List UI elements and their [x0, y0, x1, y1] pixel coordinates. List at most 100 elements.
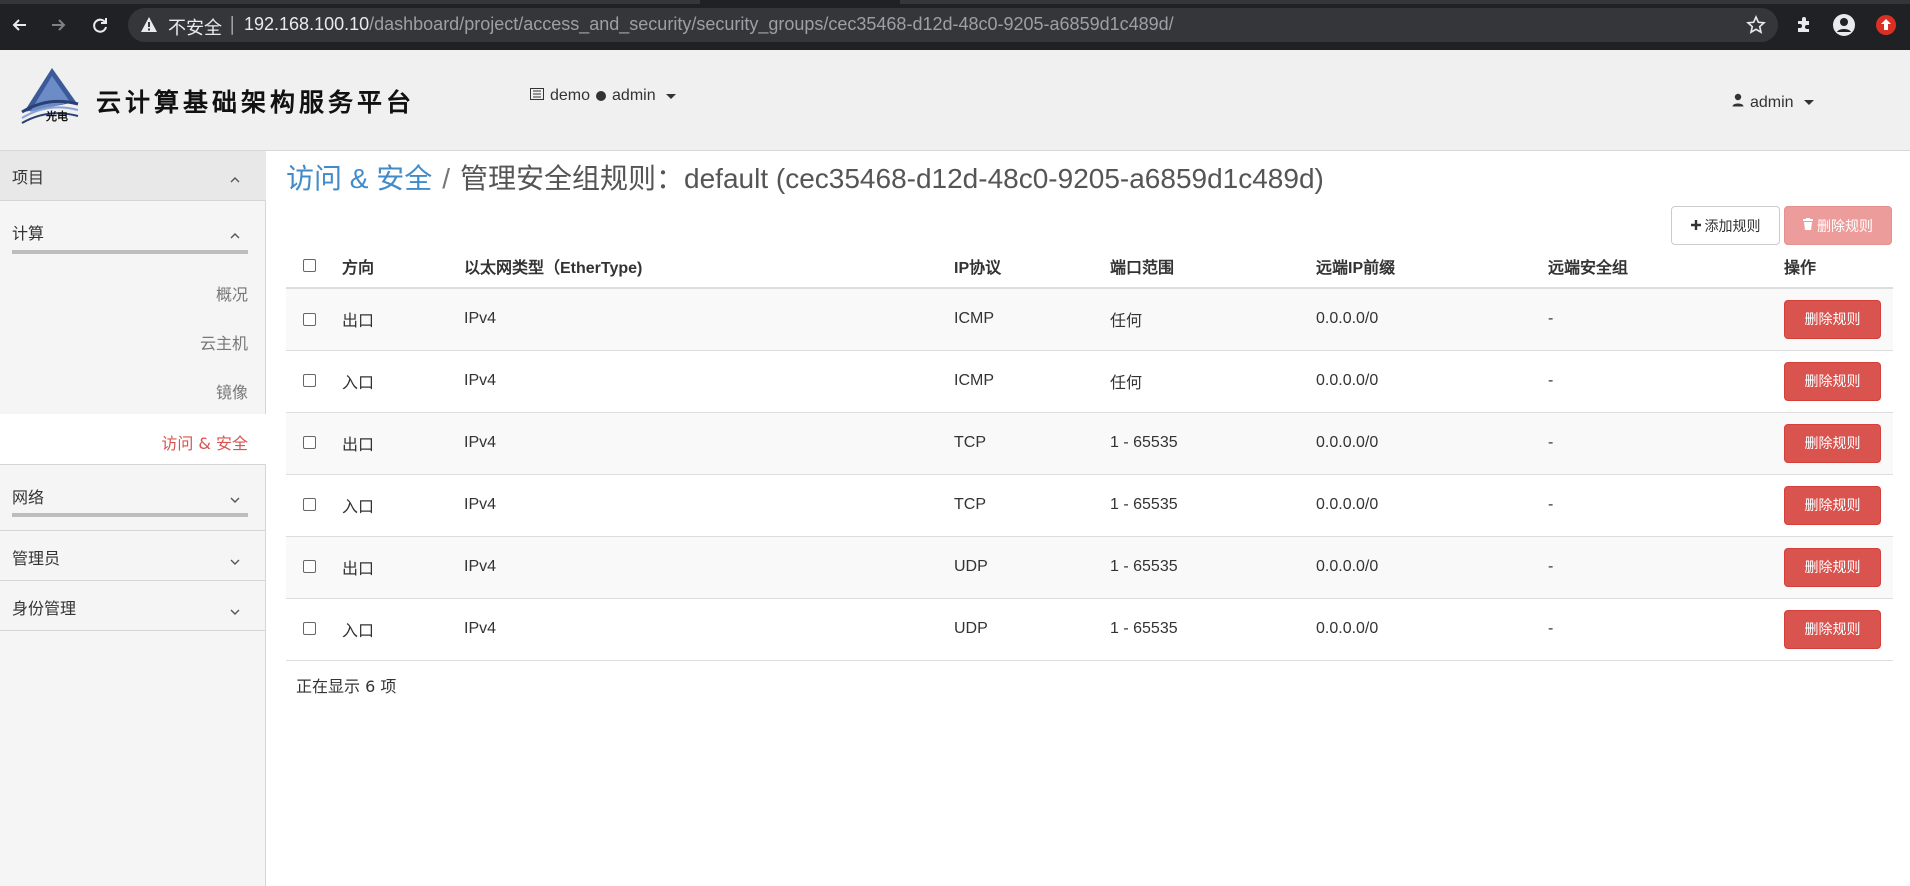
- row-checkbox[interactable]: [303, 622, 316, 636]
- back-icon[interactable]: [6, 11, 34, 39]
- column-header-remote-security-group[interactable]: 远端安全组: [1548, 245, 1784, 289]
- sidebar-item-overview[interactable]: 概况: [216, 281, 248, 305]
- delete-rule-button[interactable]: 删除规则: [1784, 299, 1881, 339]
- column-header-ip-protocol[interactable]: IP协议: [954, 245, 1110, 289]
- delete-rule-button[interactable]: 删除规则: [1784, 547, 1881, 587]
- column-header-remote-ip-prefix[interactable]: 远端IP前缀: [1316, 245, 1548, 289]
- project-selector[interactable]: demo admin: [530, 87, 676, 105]
- protocol-cell: TCP: [954, 473, 1110, 536]
- chevron-down-icon: [230, 601, 240, 620]
- column-header-ethertype[interactable]: 以太网类型（EtherType): [464, 245, 954, 289]
- ethertype-cell: IPv4: [464, 411, 954, 474]
- user-name: admin: [1750, 93, 1794, 111]
- remote-group-cell: -: [1548, 535, 1784, 598]
- delete-rule-button[interactable]: 删除规则: [1784, 361, 1881, 401]
- protocol-cell: UDP: [954, 597, 1110, 661]
- direction-cell: 出口: [342, 535, 464, 598]
- remote-group-cell: -: [1548, 287, 1784, 350]
- profile-icon[interactable]: [1831, 12, 1857, 38]
- direction-cell: 入口: [342, 473, 464, 536]
- row-select-cell: [286, 287, 342, 350]
- address-bar[interactable]: 不安全 | 192.168.100.10/dashboard/project/a…: [128, 8, 1778, 42]
- add-rule-button[interactable]: 添加规则: [1671, 206, 1780, 245]
- user-menu[interactable]: admin: [1732, 93, 1814, 112]
- url-path: /dashboard/project/access_and_security/s…: [369, 14, 1174, 34]
- action-cell: 删除规则: [1784, 411, 1893, 474]
- row-checkbox[interactable]: [303, 560, 316, 574]
- chevron-down-icon: [230, 489, 240, 508]
- project-user: admin: [612, 87, 656, 104]
- logo-icon[interactable]: 光电: [18, 62, 82, 126]
- remote-group-cell: -: [1548, 411, 1784, 474]
- bookmark-star-icon[interactable]: [1746, 15, 1766, 39]
- row-checkbox[interactable]: [303, 374, 316, 388]
- direction-cell: 出口: [342, 411, 464, 474]
- sidebar-item-images[interactable]: 镜像: [216, 379, 248, 403]
- page-header: 访问 & 安全 / 管理安全组规则：default (cec35468-d12d-4…: [286, 157, 1324, 197]
- remote-ip-cell: 0.0.0.0/0: [1316, 349, 1548, 412]
- sidebar-panel-admin[interactable]: 管理员: [0, 531, 266, 581]
- sidebar-panel-compute: 计算 概况 云主机 镜像 访问 & 安全: [0, 201, 266, 465]
- omnibox-separator: |: [229, 13, 236, 35]
- sidebar-panel-network[interactable]: 网络: [0, 465, 266, 531]
- select-all-checkbox[interactable]: [303, 259, 316, 273]
- brand-title: 云计算基础架构服务平台: [96, 88, 416, 117]
- row-select-cell: [286, 349, 342, 412]
- row-checkbox[interactable]: [303, 436, 316, 450]
- remote-ip-cell: 0.0.0.0/0: [1316, 473, 1548, 536]
- remote-group-cell: -: [1548, 473, 1784, 536]
- port-range-cell: 1 - 65535: [1110, 411, 1316, 474]
- app-header: 光电 云计算基础架构服务平台 demo admin admin: [0, 50, 1910, 151]
- sidebar-item-access-security[interactable]: 访问 & 安全: [0, 414, 266, 464]
- logo-text: 光电: [46, 110, 68, 123]
- action-cell: 删除规则: [1784, 473, 1893, 536]
- ethertype-cell: IPv4: [464, 349, 954, 412]
- table-row: 入口 IPv4 TCP 1 - 65535 0.0.0.0/0 - 删除规则: [286, 473, 1893, 536]
- row-select-cell: [286, 411, 342, 474]
- panel-underline: [12, 250, 248, 254]
- sidebar-panel-identity[interactable]: 身份管理: [0, 581, 266, 631]
- column-header-direction[interactable]: 方向: [342, 245, 464, 289]
- reload-icon[interactable]: [86, 11, 114, 39]
- table-header-row: 方向 以太网类型（EtherType) IP协议 端口范围 远端IP前缀 远端安…: [286, 245, 1893, 289]
- warning-icon[interactable]: [140, 16, 158, 37]
- protocol-cell: UDP: [954, 535, 1110, 598]
- ethertype-cell: IPv4: [464, 597, 954, 661]
- remote-ip-cell: 0.0.0.0/0: [1316, 411, 1548, 474]
- forward-icon[interactable]: [44, 11, 72, 39]
- delete-rule-button[interactable]: 删除规则: [1784, 423, 1881, 463]
- table-item-count: 正在显示 6 项: [296, 677, 397, 696]
- column-header-actions: 操作: [1784, 245, 1893, 289]
- protocol-cell: ICMP: [954, 349, 1110, 412]
- add-rule-label: 添加规则: [1704, 218, 1761, 235]
- delete-rules-button[interactable]: 删除规则: [1784, 206, 1892, 245]
- delete-rule-button[interactable]: 删除规则: [1784, 609, 1881, 649]
- direction-cell: 入口: [342, 597, 464, 661]
- action-cell: 删除规则: [1784, 597, 1893, 661]
- row-checkbox[interactable]: [303, 312, 316, 326]
- update-icon[interactable]: [1873, 12, 1899, 38]
- active-tab[interactable]: [700, 0, 900, 4]
- delete-rule-button[interactable]: 删除规则: [1784, 485, 1881, 525]
- breadcrumb-link-access-security[interactable]: 访问 & 安全: [286, 163, 432, 194]
- remote-ip-cell: 0.0.0.0/0: [1316, 535, 1548, 598]
- remote-group-cell: -: [1548, 597, 1784, 661]
- sidebar-panel-project[interactable]: 项目: [0, 151, 266, 201]
- port-range-cell: 1 - 65535: [1110, 535, 1316, 598]
- project-icon: [530, 87, 544, 105]
- sidebar-item-label: 访问 & 安全: [161, 434, 248, 453]
- project-name: demo: [550, 87, 591, 104]
- ethertype-cell: IPv4: [464, 287, 954, 350]
- plus-icon: [1690, 218, 1701, 234]
- protocol-cell: TCP: [954, 411, 1110, 474]
- sidebar-panel-label[interactable]: 计算: [12, 220, 44, 244]
- row-checkbox[interactable]: [303, 498, 316, 512]
- sidebar-item-instances[interactable]: 云主机: [200, 330, 248, 354]
- url-text[interactable]: 192.168.100.10/dashboard/project/access_…: [244, 14, 1174, 35]
- column-header-port-range[interactable]: 端口范围: [1110, 245, 1316, 289]
- chevron-up-icon[interactable]: [230, 225, 240, 244]
- sidebar: 项目 计算 概况 云主机 镜像 访问 & 安全 网络 管理员 身份管理: [0, 151, 266, 886]
- extensions-icon[interactable]: [1791, 12, 1817, 38]
- security-label[interactable]: 不安全: [168, 14, 222, 40]
- direction-cell: 入口: [342, 349, 464, 412]
